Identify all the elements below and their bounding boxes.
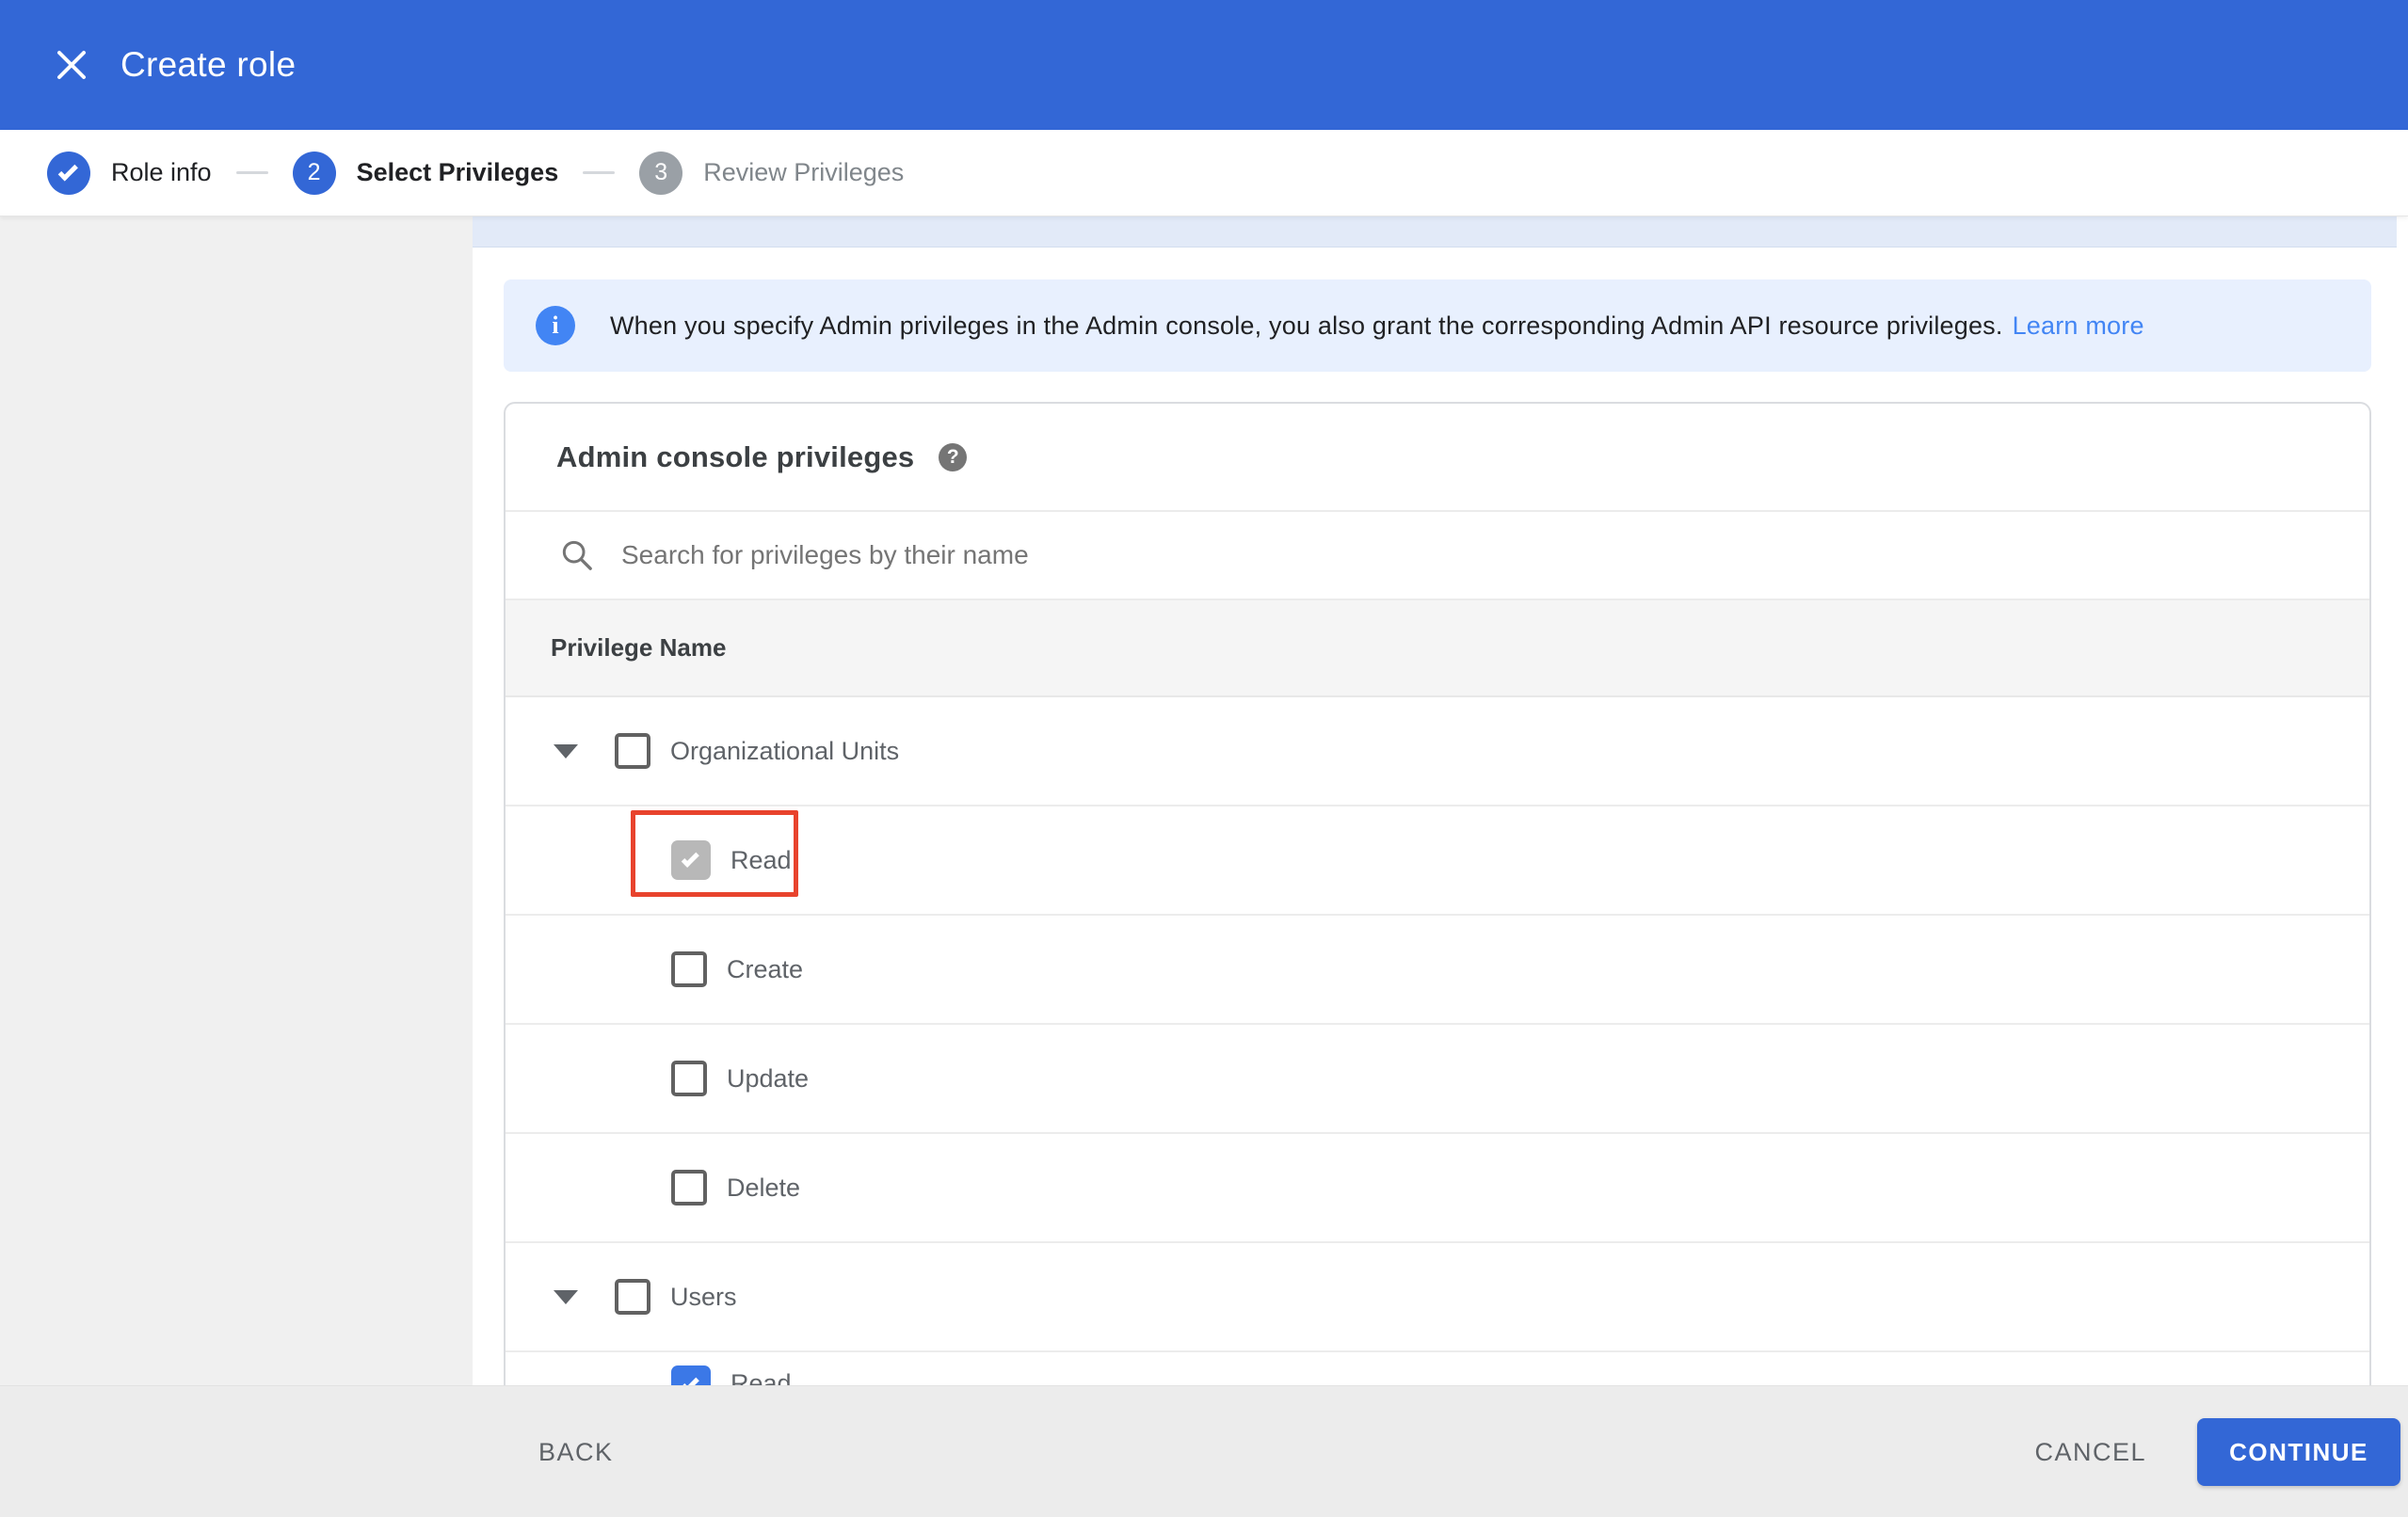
step-review-privileges[interactable]: 3 Review Privileges xyxy=(639,151,905,195)
privilege-name-column-header: Privilege Name xyxy=(551,633,727,662)
card-title: Admin console privileges xyxy=(556,439,915,473)
privilege-row-organizational-units: Organizational Units xyxy=(506,697,2369,806)
privilege-label: Users xyxy=(670,1282,737,1311)
dialog-body: i When you specify Admin privileges in t… xyxy=(0,216,2408,1385)
update-checkbox[interactable] xyxy=(671,1061,707,1096)
step-label: Select Privileges xyxy=(356,158,559,186)
scrolled-element-edge xyxy=(473,216,2397,248)
step-label: Review Privileges xyxy=(703,158,905,186)
learn-more-link[interactable]: Learn more xyxy=(2013,311,2144,340)
info-icon: i xyxy=(536,306,575,345)
dialog-titlebar: Create role xyxy=(0,0,2408,130)
info-banner-message: When you specify Admin privileges in the… xyxy=(610,311,2003,340)
continue-button[interactable]: CONTINUE xyxy=(2197,1418,2400,1486)
step-separator xyxy=(235,171,268,174)
privilege-row-update: Update xyxy=(506,1025,2369,1134)
privilege-label: Read xyxy=(730,845,792,874)
privilege-label: Create xyxy=(727,954,804,983)
privilege-row-create: Create xyxy=(506,916,2369,1025)
users-checkbox[interactable] xyxy=(615,1279,650,1315)
privilege-row-read: Read xyxy=(506,806,2369,916)
admin-console-privileges-card: Admin console privileges ? Privilege Nam… xyxy=(504,402,2371,1385)
info-banner: i When you specify Admin privileges in t… xyxy=(504,279,2371,372)
privilege-row-delete: Delete xyxy=(506,1134,2369,1243)
collapse-arrow-icon[interactable] xyxy=(554,1289,578,1304)
info-banner-text: When you specify Admin privileges in the… xyxy=(610,311,2144,341)
step-number-badge: 3 xyxy=(639,151,683,195)
content-pane: i When you specify Admin privileges in t… xyxy=(473,216,2408,1385)
step-completed-check-icon xyxy=(47,151,90,195)
create-checkbox[interactable] xyxy=(671,951,707,987)
privilege-label: Organizational Units xyxy=(670,736,900,765)
table-header: Privilege Name xyxy=(506,599,2369,697)
privilege-label: Read xyxy=(730,1369,792,1385)
privilege-row-users-read: Read xyxy=(506,1352,2369,1385)
card-header: Admin console privileges ? xyxy=(506,404,2369,510)
delete-checkbox[interactable] xyxy=(671,1170,707,1206)
privilege-row-users: Users xyxy=(506,1243,2369,1352)
stepper: Role info 2 Select Privileges 3 Review P… xyxy=(0,130,2408,216)
page-title: Create role xyxy=(120,45,297,84)
step-label: Role info xyxy=(111,158,212,186)
organizational-units-checkbox[interactable] xyxy=(615,733,650,769)
dialog-footer: BACK CANCEL CONTINUE xyxy=(0,1385,2408,1517)
users-read-checkbox-checked[interactable] xyxy=(671,1365,711,1385)
step-separator xyxy=(583,171,616,174)
help-icon[interactable]: ? xyxy=(939,442,968,471)
search-input[interactable] xyxy=(621,540,2033,570)
privilege-search-row xyxy=(506,510,2369,599)
create-role-dialog: Create role Role info 2 Select Privilege… xyxy=(0,0,2408,1517)
privilege-label: Update xyxy=(727,1063,810,1093)
step-number-badge: 2 xyxy=(292,151,336,195)
cancel-button[interactable]: CANCEL xyxy=(2034,1386,2146,1517)
close-icon[interactable] xyxy=(49,42,94,88)
left-gutter xyxy=(0,216,473,1385)
collapse-arrow-icon[interactable] xyxy=(554,743,578,758)
step-select-privileges[interactable]: 2 Select Privileges xyxy=(292,151,559,195)
privilege-label: Delete xyxy=(727,1173,801,1202)
search-icon xyxy=(558,536,596,574)
back-button[interactable]: BACK xyxy=(538,1386,614,1517)
read-checkbox-checked-disabled[interactable] xyxy=(671,840,711,880)
step-role-info[interactable]: Role info xyxy=(47,151,212,195)
